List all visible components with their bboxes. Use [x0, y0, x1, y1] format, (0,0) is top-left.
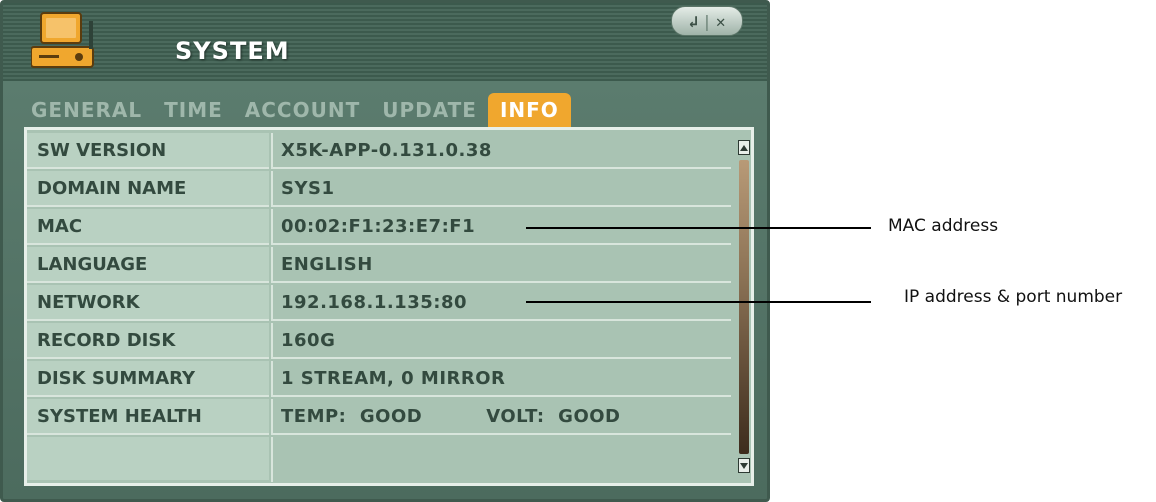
system-info-window: SYSTEM ↲ | ✕ GENERAL TIME ACCOUNT UPDATE…: [0, 0, 770, 502]
info-label: [27, 437, 269, 480]
mac-callout-label: MAC address: [888, 216, 999, 236]
arrow-down-icon: [740, 462, 748, 469]
info-row-network: NETWORK 192.168.1.135:80: [27, 285, 731, 323]
ip-callout-label: IP address & port number: [904, 287, 1123, 307]
info-value: 160G: [271, 323, 731, 359]
arrow-up-icon: [740, 144, 748, 151]
info-row-disk-summary: DISK SUMMARY 1 STREAM, 0 MIRROR: [27, 361, 731, 399]
info-value: 192.168.1.135:80: [271, 285, 731, 321]
scrollbar[interactable]: [739, 160, 749, 454]
scroll-up-button[interactable]: [738, 140, 750, 155]
tab-account[interactable]: ACCOUNT: [234, 93, 371, 127]
tab-update[interactable]: UPDATE: [371, 93, 488, 127]
info-row-system-health: SYSTEM HEALTH TEMP: GOOD VOLT: GOOD: [27, 399, 731, 437]
ip-callout-line: [526, 301, 871, 303]
info-row-empty: [27, 437, 731, 482]
info-row-language: LANGUAGE ENGLISH: [27, 247, 731, 285]
controls-separator: |: [702, 11, 712, 31]
tab-bar: GENERAL TIME ACCOUNT UPDATE INFO: [31, 93, 571, 127]
volt-status: VOLT: GOOD: [486, 406, 621, 427]
system-computer-icon: [31, 12, 94, 68]
tab-general[interactable]: GENERAL: [31, 93, 153, 127]
tab-time[interactable]: TIME: [153, 93, 234, 127]
info-value: 1 STREAM, 0 MIRROR: [271, 361, 731, 397]
info-label: RECORD DISK: [27, 323, 269, 359]
info-row-record-disk: RECORD DISK 160G: [27, 323, 731, 361]
info-label: SW VERSION: [27, 133, 269, 169]
info-label: SYSTEM HEALTH: [27, 399, 269, 435]
window-controls: ↲ | ✕: [671, 6, 743, 36]
info-row-domain-name: DOMAIN NAME SYS1: [27, 171, 731, 209]
info-row-sw-version: SW VERSION X5K-APP-0.131.0.38: [27, 133, 731, 171]
info-label: DOMAIN NAME: [27, 171, 269, 207]
title-bar: SYSTEM ↲ | ✕: [3, 3, 767, 81]
return-arrow-icon[interactable]: ↲: [689, 12, 699, 31]
info-value: TEMP: GOOD VOLT: GOOD: [271, 399, 731, 435]
info-value: SYS1: [271, 171, 731, 207]
info-label: NETWORK: [27, 285, 269, 321]
mac-callout-line: [526, 227, 871, 229]
info-label: LANGUAGE: [27, 247, 269, 283]
window-title: SYSTEM: [175, 37, 290, 65]
close-icon[interactable]: ✕: [716, 12, 726, 31]
info-value: X5K-APP-0.131.0.38: [271, 133, 731, 169]
info-value: [271, 437, 731, 482]
info-panel: SW VERSION X5K-APP-0.131.0.38 DOMAIN NAM…: [24, 127, 754, 486]
scroll-down-button[interactable]: [738, 458, 750, 473]
info-label: DISK SUMMARY: [27, 361, 269, 397]
info-value: ENGLISH: [271, 247, 731, 283]
tab-info[interactable]: INFO: [487, 93, 571, 127]
info-label: MAC: [27, 209, 269, 245]
temp-status: TEMP: GOOD: [281, 406, 423, 427]
